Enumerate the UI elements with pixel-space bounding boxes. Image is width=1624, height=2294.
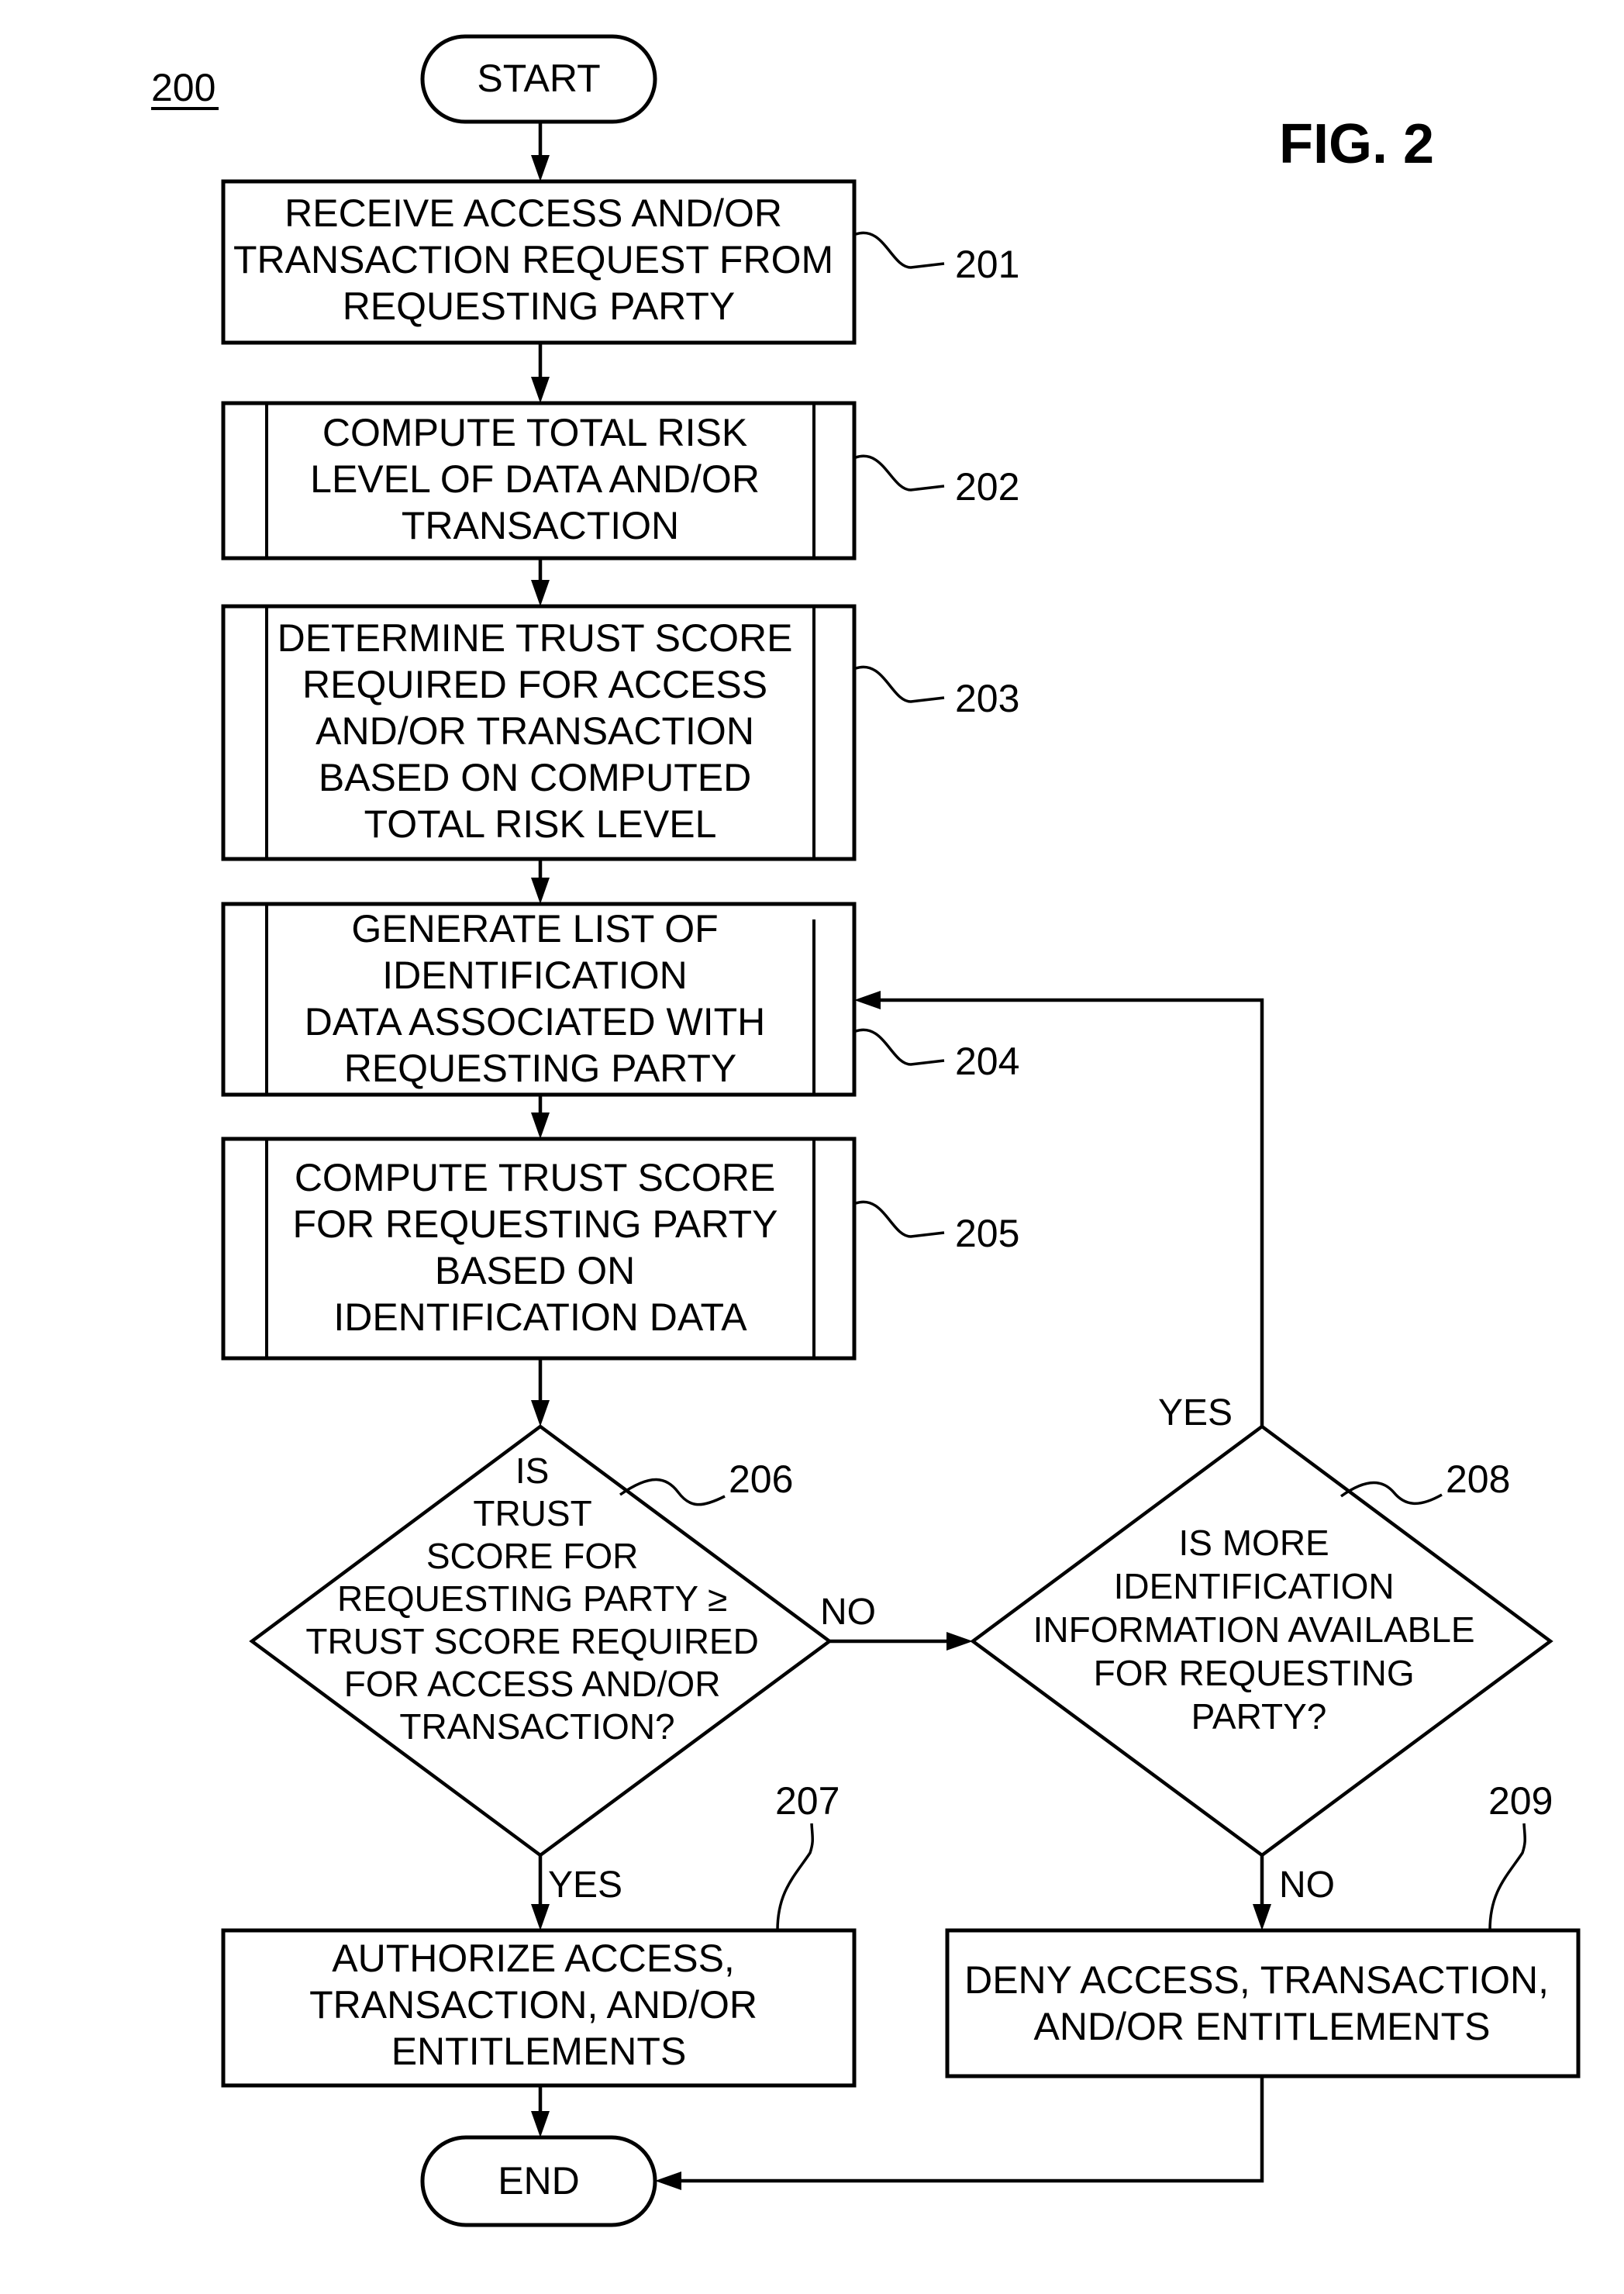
end-terminal: END <box>420 2135 657 2227</box>
decision-208-ref: 208 <box>1446 1457 1510 1501</box>
start-terminal: START <box>420 34 657 124</box>
step-201: RECEIVE ACCESS AND/OR TRANSACTION REQUES… <box>221 179 1019 345</box>
step-205: COMPUTE TRUST SCORE FOR REQUESTING PARTY… <box>221 1137 1019 1361</box>
decision-208-yes-label: YES <box>1158 1392 1233 1433</box>
step-203-ref: 203 <box>955 677 1019 720</box>
step-205-ref: 205 <box>955 1212 1019 1255</box>
decision-206: IS TRUST SCORE FOR REQUESTING PARTY ≥ TR… <box>249 1424 876 1906</box>
decision-206-text: IS TRUST SCORE FOR REQUESTING PARTY ≥ TR… <box>305 1451 768 1747</box>
step-201-leader <box>855 231 945 269</box>
outcome-207-ref: 207 <box>775 1779 840 1823</box>
decision-206-ref: 206 <box>729 1457 793 1501</box>
start-label: START <box>477 57 600 100</box>
flowchart: 200 FIG. 2 START RECEIVE ACCESS AND/OR T… <box>151 34 1581 2227</box>
figure-title: FIG. 2 <box>1279 113 1434 175</box>
step-202: COMPUTE TOTAL RISK LEVEL OF DATA AND/OR … <box>221 401 1019 561</box>
outcome-209-ref: 209 <box>1488 1779 1553 1823</box>
step-202-ref: 202 <box>955 465 1019 509</box>
decision-206-yes-label: YES <box>548 1865 622 1906</box>
figure-number-label: 200 <box>151 66 215 109</box>
step-201-ref: 201 <box>955 243 1019 286</box>
step-203: DETERMINE TRUST SCORE REQUIRED FOR ACCES… <box>221 604 1019 861</box>
end-label: END <box>498 2159 580 2203</box>
decision-206-no-label: NO <box>820 1592 876 1633</box>
decision-208: IS MORE IDENTIFICATION INFORMATION AVAIL… <box>970 1392 1553 1906</box>
step-204-ref: 204 <box>955 1040 1019 1083</box>
decision-208-no-label: NO <box>1279 1865 1335 1906</box>
